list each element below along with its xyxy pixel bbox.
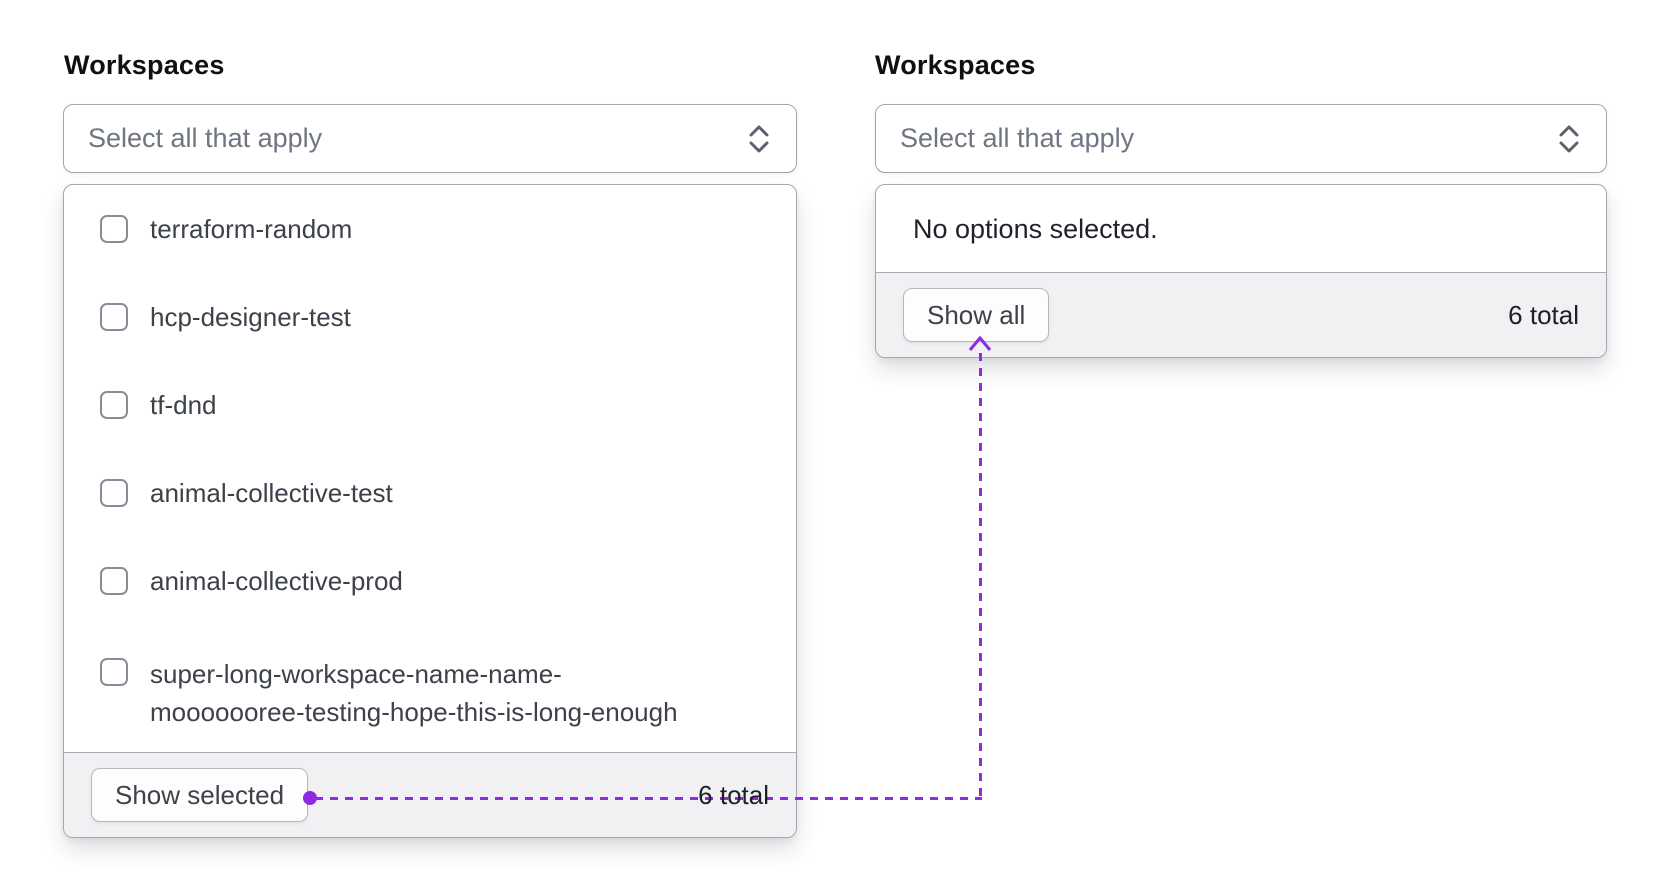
selected-options-panel: No options selected. Show all 6 total	[875, 184, 1607, 358]
option-super-long-workspace[interactable]: super-long-workspace-name-name- moooooor…	[64, 625, 796, 754]
option-tf-dnd[interactable]: tf-dnd	[64, 361, 796, 449]
checkbox[interactable]	[100, 215, 128, 243]
arrow-up-icon	[967, 335, 993, 352]
select-placeholder-left: Select all that apply	[88, 123, 323, 153]
select-toggle-icon	[746, 123, 772, 155]
checkbox[interactable]	[100, 303, 128, 331]
workspaces-select-trigger-right[interactable]: Select all that apply	[875, 104, 1607, 173]
workspaces-select-trigger-left[interactable]: Select all that apply	[63, 104, 797, 173]
checkbox[interactable]	[100, 391, 128, 419]
option-label: animal-collective-prod	[150, 566, 403, 596]
show-selected-button[interactable]: Show selected	[91, 768, 309, 822]
option-animal-collective-prod[interactable]: animal-collective-prod	[64, 537, 796, 625]
checkbox[interactable]	[100, 479, 128, 507]
option-animal-collective-test[interactable]: animal-collective-test	[64, 449, 796, 537]
option-label: animal-collective-test	[150, 478, 393, 508]
workspaces-label-left: Workspaces	[64, 50, 225, 80]
empty-state-message: No options selected.	[876, 185, 1606, 273]
total-count-right: 6 total	[1508, 299, 1579, 330]
option-label: tf-dnd	[150, 390, 217, 420]
total-count-left: 6 total	[698, 779, 769, 810]
option-hcp-designer-test[interactable]: hcp-designer-test	[64, 273, 796, 361]
select-placeholder-right: Select all that apply	[900, 123, 1135, 153]
option-label: hcp-designer-test	[150, 302, 351, 332]
annotation-line-horizontal	[315, 797, 982, 800]
listbox-footer: Show selected 6 total	[64, 752, 796, 837]
option-label: terraform-random	[150, 214, 353, 244]
page: { "annotation": { "purple": "#8e2ae2" },…	[0, 0, 1672, 892]
options-list: terraform-random hcp-designer-test tf-dn…	[64, 185, 796, 754]
option-label: super-long-workspace-name-name- moooooor…	[150, 659, 678, 727]
workspaces-label-right: Workspaces	[875, 50, 1036, 80]
checkbox[interactable]	[100, 658, 128, 686]
checkbox[interactable]	[100, 567, 128, 595]
annotation-line-vertical	[979, 353, 982, 799]
option-terraform-random[interactable]: terraform-random	[64, 185, 796, 273]
show-all-button[interactable]: Show all	[903, 288, 1050, 342]
options-listbox-panel: terraform-random hcp-designer-test tf-dn…	[63, 184, 797, 838]
select-toggle-icon	[1556, 123, 1582, 155]
